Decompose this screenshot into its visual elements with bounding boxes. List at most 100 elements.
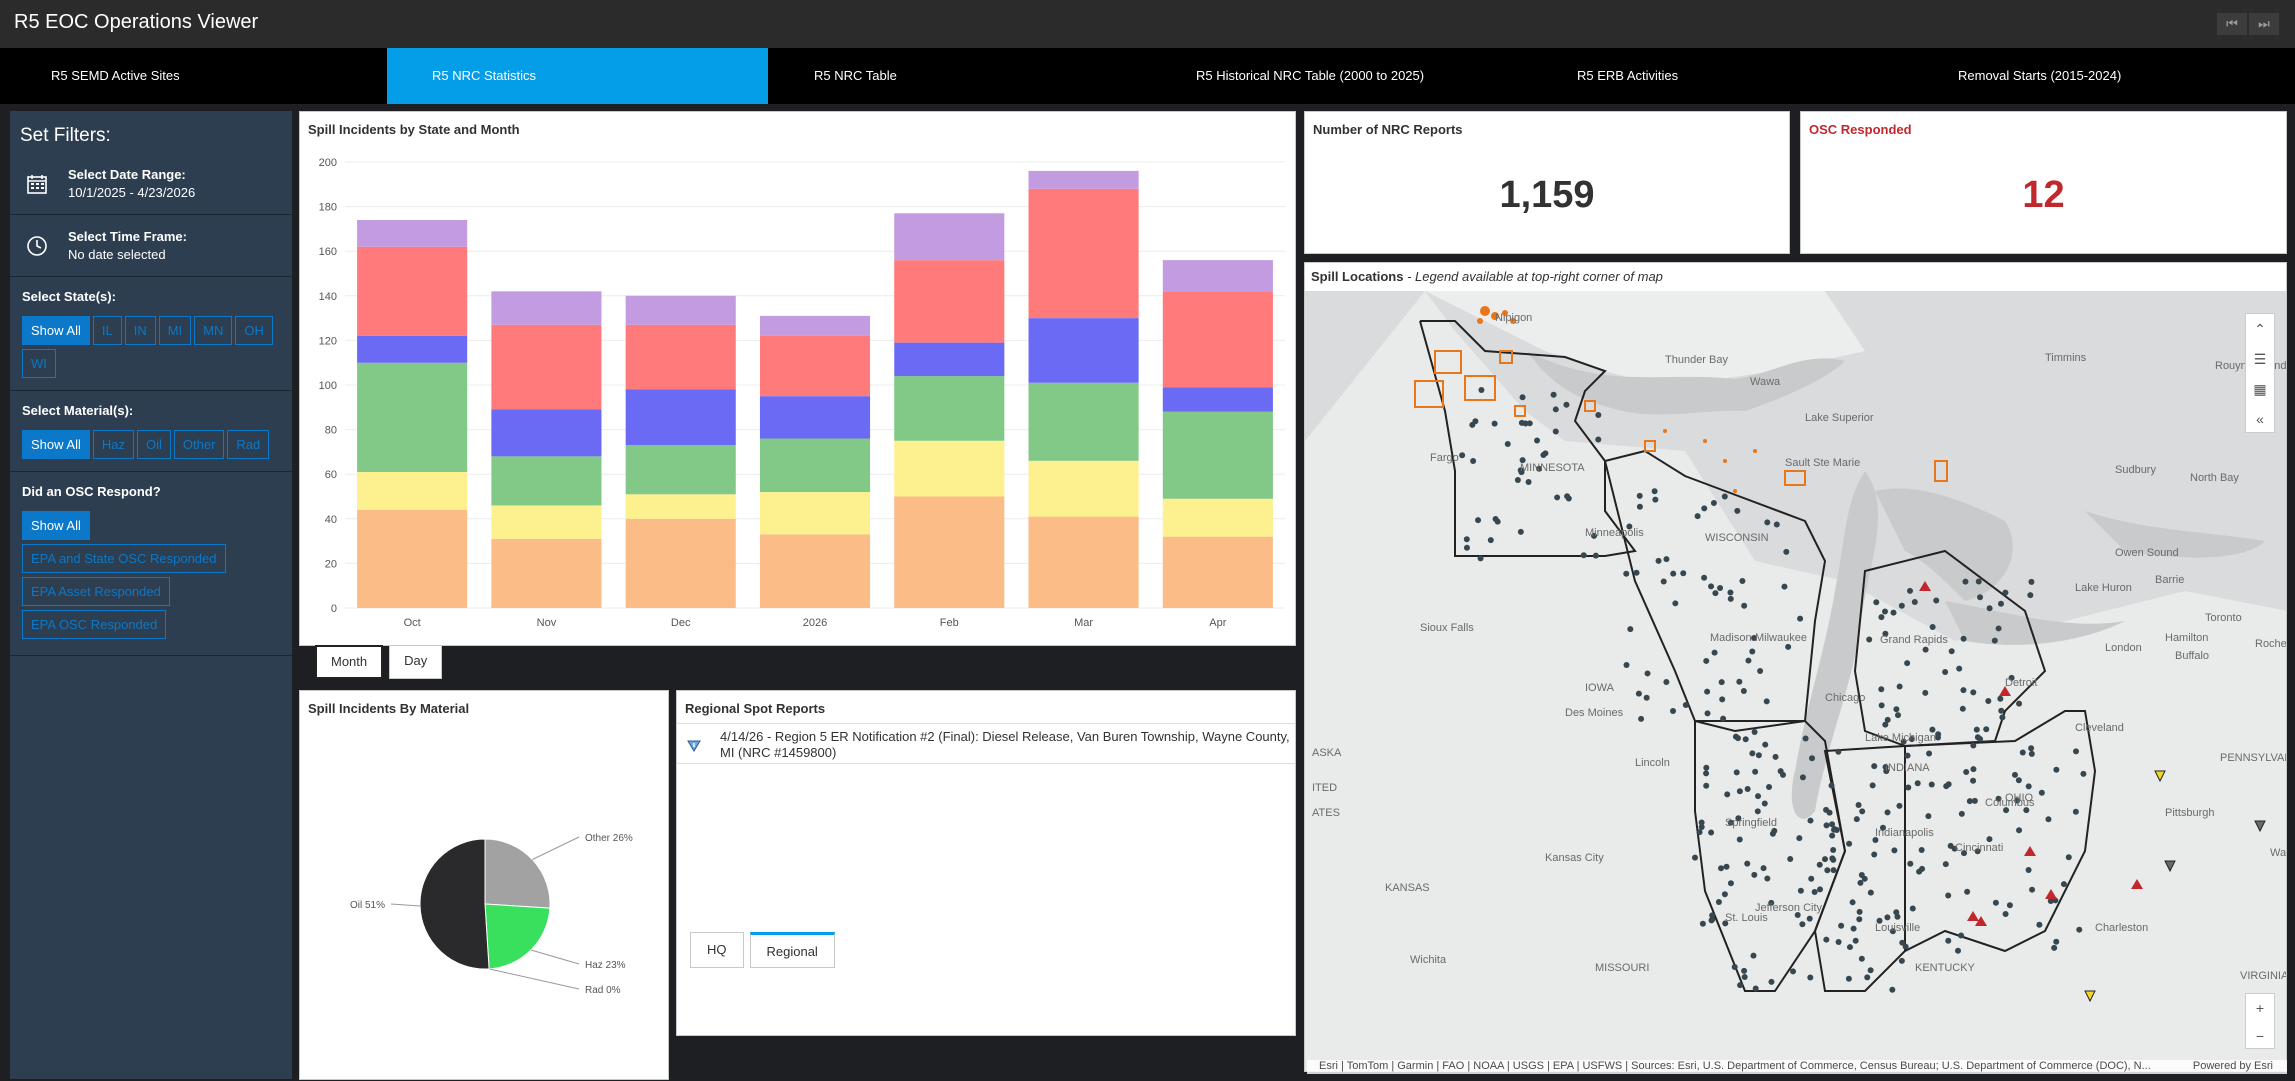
spill-dot xyxy=(2015,777,2022,784)
spill-dot xyxy=(1636,492,1643,499)
spill-dot xyxy=(1855,801,1862,808)
tab-historical-nrc-table[interactable]: R5 Historical NRC Table (2000 to 2025) xyxy=(1196,48,1424,104)
collapse-toolbar-icon[interactable]: « xyxy=(2246,404,2274,434)
bar-segment xyxy=(1162,411,1273,499)
spill-map[interactable]: NipigonThunder BayTimminsRouyn-NorandaWa… xyxy=(1305,291,2287,1072)
month-toggle-button[interactable]: Month xyxy=(315,645,384,679)
spill-dot xyxy=(1845,975,1852,982)
material-chip-show-all[interactable]: Show All xyxy=(22,430,90,459)
map-label: Madison xyxy=(1710,632,1752,644)
bar-segment xyxy=(759,534,871,608)
bar-segment xyxy=(357,335,468,363)
state-chip-in[interactable]: IN xyxy=(124,316,156,345)
spill-dot xyxy=(1727,589,1734,596)
spill-dot xyxy=(1864,974,1871,981)
material-chip-oil[interactable]: Oil xyxy=(137,430,171,459)
spill-dot xyxy=(1755,752,1762,759)
spill-dot xyxy=(1663,679,1670,686)
regional-tab-button[interactable]: Regional xyxy=(749,932,835,968)
osc-chip-show-all[interactable]: Show All xyxy=(22,511,90,540)
spill-dot xyxy=(1797,615,1804,622)
spill-dot xyxy=(1749,750,1756,757)
time-frame-filter[interactable]: Select Time Frame: No date selected xyxy=(10,215,292,277)
tab-nrc-statistics[interactable]: R5 NRC Statistics xyxy=(387,48,768,104)
map-label: ATES xyxy=(1312,807,1340,819)
bar-segment xyxy=(491,456,602,506)
state-chip-mn[interactable]: MN xyxy=(194,316,233,345)
spill-dot xyxy=(1554,494,1561,501)
spill-dot xyxy=(1487,537,1494,544)
map-label: Minneapolis xyxy=(1585,527,1644,539)
bar-segment xyxy=(1028,188,1139,319)
spill-dot xyxy=(1550,391,1557,398)
tab-semd-active-sites[interactable]: R5 SEMD Active Sites xyxy=(51,48,180,104)
material-chip-haz[interactable]: Haz xyxy=(92,430,134,459)
spill-dot xyxy=(1960,635,1967,642)
spill-dot xyxy=(1783,548,1790,555)
state-chip-wi[interactable]: WI xyxy=(22,349,56,378)
spill-dot xyxy=(1826,809,1833,816)
osc-chip-epa-and-state[interactable]: EPA and State OSC Responded xyxy=(22,544,226,573)
map-label: Nipigon xyxy=(1495,312,1532,324)
spill-dot xyxy=(1542,450,1549,457)
spill-dot xyxy=(1742,736,1749,743)
spill-dot xyxy=(1914,780,1921,787)
y-tick-label: 20 xyxy=(325,558,337,570)
bar-segment xyxy=(894,342,1005,377)
spill-dot xyxy=(1698,819,1705,826)
powered-by-esri[interactable]: Powered by Esri xyxy=(2193,1060,2273,1072)
date-range-filter[interactable]: Select Date Range: 10/1/2025 - 4/23/2026 xyxy=(10,153,292,215)
tab-removal-starts[interactable]: Removal Starts (2015-2024) xyxy=(1958,48,2121,104)
spill-dot xyxy=(1741,967,1748,974)
spot-report-item[interactable]: 4/14/26 - Region 5 ER Notification #2 (F… xyxy=(685,729,1290,761)
map-label: Sudbury xyxy=(2115,464,2156,476)
spill-dot xyxy=(1701,505,1708,512)
spill-dot xyxy=(1830,867,1837,874)
zoom-in-icon[interactable]: + xyxy=(2246,994,2274,1022)
hq-tab-button[interactable]: HQ xyxy=(690,932,744,968)
spot-reports-title: Regional Spot Reports xyxy=(685,701,826,716)
state-chip-il[interactable]: IL xyxy=(92,316,122,345)
material-chip-other[interactable]: Other xyxy=(173,430,225,459)
bar-segment xyxy=(491,505,602,539)
y-tick-label: 120 xyxy=(319,335,337,347)
map-label: North Bay xyxy=(2190,472,2239,484)
osc-chip-epa-osc[interactable]: EPA OSC Responded xyxy=(22,610,167,639)
state-chip-mi[interactable]: MI xyxy=(158,316,192,345)
previous-page-icon[interactable]: ⏮ xyxy=(2217,13,2247,35)
next-page-icon[interactable]: ⏭ xyxy=(2249,13,2279,35)
spill-dot xyxy=(1999,714,2006,721)
day-toggle-button[interactable]: Day xyxy=(389,645,443,679)
legend-icon[interactable]: ☰ xyxy=(2246,344,2274,374)
y-tick-label: 140 xyxy=(319,291,337,303)
tab-nrc-table[interactable]: R5 NRC Table xyxy=(814,48,897,104)
spill-dot xyxy=(1948,648,1955,655)
collapse-icon[interactable]: ⌃ xyxy=(2246,314,2274,344)
time-frame-value: No date selected xyxy=(68,247,166,262)
spill-dot xyxy=(1884,914,1891,921)
tab-erb-activities[interactable]: R5 ERB Activities xyxy=(1577,48,1678,104)
pie-slice xyxy=(484,903,551,970)
y-tick-label: 180 xyxy=(319,202,337,214)
state-chip-show-all[interactable]: Show All xyxy=(22,316,90,345)
spill-dot xyxy=(1736,788,1743,795)
y-tick-label: 160 xyxy=(319,246,337,258)
spill-dot xyxy=(1960,687,1967,694)
bar-segment xyxy=(759,335,871,397)
spill-dot xyxy=(1799,774,1806,781)
spill-dot xyxy=(1627,626,1634,633)
spill-dot xyxy=(2053,766,2060,773)
state-chip-oh[interactable]: OH xyxy=(235,316,273,345)
spill-dot xyxy=(1881,608,1888,615)
bar-segment xyxy=(625,494,736,519)
basemap-gallery-icon[interactable]: ▦ xyxy=(2246,374,2274,404)
spill-dot xyxy=(1808,875,1815,882)
osc-chip-epa-asset[interactable]: EPA Asset Responded xyxy=(22,577,170,606)
spill-dot xyxy=(1525,478,1532,485)
map-label: MISSOURI xyxy=(1595,962,1649,974)
map-label: London xyxy=(2105,642,2142,654)
map-label: VIRGINIA xyxy=(2240,970,2287,982)
zoom-out-icon[interactable]: − xyxy=(2246,1022,2274,1050)
material-chip-rad[interactable]: Rad xyxy=(227,430,270,459)
bar-chart-panel: Spill Incidents by State and Month 0 20 40… xyxy=(299,111,1296,646)
